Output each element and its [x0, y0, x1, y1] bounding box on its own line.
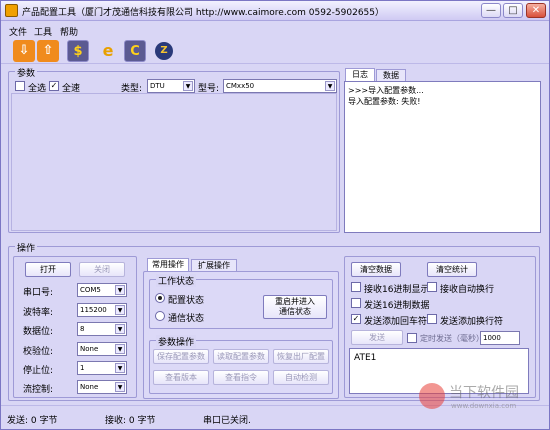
parity-value: None — [80, 345, 99, 353]
databits-select[interactable]: 8 ▼ — [77, 322, 127, 336]
open-port-button[interactable]: 打开 — [25, 262, 71, 277]
chevron-down-icon: ▼ — [325, 81, 335, 91]
toolbar: ⇩ ⇧ $ e C Z — [1, 38, 549, 64]
view-version-button[interactable]: 查看版本 — [153, 370, 209, 385]
type-value: DTU — [150, 82, 165, 90]
full-speed-checkbox[interactable]: ✓ — [49, 81, 59, 91]
parity-label: 校验位: — [23, 347, 54, 357]
send-button[interactable]: 发送 — [351, 330, 403, 345]
stopbits-select[interactable]: 1 ▼ — [77, 361, 127, 375]
main-window: 产品配置工具（厦门才茂通信科技有限公司 http://www.caimore.c… — [0, 0, 550, 430]
window-title: 产品配置工具（厦门才茂通信科技有限公司 http://www.caimore.c… — [22, 8, 385, 18]
operation-group-label: 操作 — [15, 241, 38, 254]
log-line: 导入配置参数: 失败! — [348, 97, 421, 106]
baud-value: 115200 — [80, 306, 107, 314]
ie-icon[interactable]: e — [97, 40, 119, 62]
menu-bar: 文件 工具 帮助 — [1, 22, 549, 38]
watermark-logo — [419, 383, 445, 409]
comm-state-radio[interactable] — [155, 311, 165, 321]
parity-select[interactable]: None ▼ — [77, 342, 127, 356]
auto-detect-button[interactable]: 自动检测 — [273, 370, 329, 385]
send-lf-label: 发送添加换行符 — [440, 317, 504, 327]
close-port-button[interactable]: 关闭 — [79, 262, 125, 277]
type-select[interactable]: DTU ▼ — [147, 79, 195, 93]
config-state-radio[interactable] — [155, 293, 165, 303]
comm-state-label: 通信状态 — [168, 314, 205, 324]
send-lf-checkbox[interactable] — [427, 314, 437, 324]
sent-bytes: 发送: 0 字节 — [7, 416, 58, 426]
view-commands-button[interactable]: 查看指令 — [213, 370, 269, 385]
send-hex-checkbox[interactable] — [351, 298, 361, 308]
databits-value: 8 — [80, 325, 85, 333]
chevron-down-icon: ▼ — [115, 285, 125, 295]
log-line: >>>导入配置参数... — [348, 86, 424, 95]
save-config-button[interactable]: 保存配置参数 — [153, 349, 209, 364]
received-bytes: 接收: 0 字节 — [105, 416, 156, 426]
stopbits-value: 1 — [80, 364, 85, 372]
restart-button-line1: 重启并进入 — [275, 297, 315, 306]
watermark-text: 当下软件园 — [449, 385, 519, 401]
recv-hex-checkbox[interactable] — [351, 282, 361, 292]
log-panel[interactable]: >>>导入配置参数... 导入配置参数: 失败! — [344, 81, 541, 233]
menu-file[interactable]: 文件 — [9, 25, 27, 38]
download-icon[interactable]: ⇩ — [13, 40, 35, 62]
port-value: COM5 — [80, 286, 101, 294]
databits-label: 数据位: — [23, 327, 54, 337]
port-label: 串口号: — [23, 288, 54, 298]
chevron-down-icon: ▼ — [115, 382, 125, 392]
send-text: ATE1 — [354, 353, 377, 363]
select-all-checkbox[interactable] — [15, 81, 25, 91]
port-state: 串口已关闭. — [203, 416, 251, 426]
param-ops-label: 参数操作 — [156, 335, 197, 348]
tab-common-ops[interactable]: 常用操作 — [147, 258, 189, 272]
send-hex-label: 发送16进制数据 — [364, 301, 430, 311]
recv-hex-label: 接收16进制显示 — [364, 285, 430, 295]
port-select[interactable]: COM5 ▼ — [77, 283, 127, 297]
menu-help[interactable]: 帮助 — [60, 25, 78, 38]
flowcontrol-label: 流控制: — [23, 385, 54, 395]
clear-stats-button[interactable]: 清空统计 — [427, 262, 477, 277]
chevron-down-icon: ▼ — [183, 81, 193, 91]
minimize-button[interactable]: — — [481, 3, 501, 18]
title-bar[interactable]: 产品配置工具（厦门才茂通信科技有限公司 http://www.caimore.c… — [1, 1, 549, 21]
params-list-area[interactable] — [11, 93, 337, 231]
watermark: 当下软件园 www.downxia.com — [419, 381, 549, 419]
timed-send-label: 定时发送（毫秒） — [420, 334, 484, 343]
dollar-icon[interactable]: $ — [67, 40, 89, 62]
clear-data-button[interactable]: 清空数据 — [351, 262, 401, 277]
restart-to-comm-button[interactable]: 重启并进入 通信状态 — [263, 295, 327, 319]
send-cr-label: 发送添加回车符 — [364, 317, 428, 327]
timed-send-checkbox[interactable] — [407, 333, 417, 343]
baud-select[interactable]: 115200 ▼ — [77, 303, 127, 317]
menu-tools[interactable]: 工具 — [34, 25, 52, 38]
maximize-button[interactable]: □ — [503, 3, 523, 18]
model-select[interactable]: CMxx50 ▼ — [223, 79, 337, 93]
app-icon — [5, 4, 18, 17]
stopbits-label: 停止位: — [23, 366, 54, 376]
close-window-button[interactable]: ✕ — [526, 3, 546, 18]
chevron-down-icon: ▼ — [115, 363, 125, 373]
flowcontrol-value: None — [80, 383, 99, 391]
chevron-down-icon: ▼ — [115, 344, 125, 354]
interval-input[interactable]: 1000 — [480, 331, 520, 345]
config-state-label: 配置状态 — [168, 296, 205, 306]
recv-autowrap-label: 接收自动换行 — [440, 285, 495, 295]
recv-autowrap-checkbox[interactable] — [427, 282, 437, 292]
upload-icon[interactable]: ⇧ — [37, 40, 59, 62]
work-status-label: 工作状态 — [156, 274, 197, 287]
chevron-down-icon: ▼ — [115, 324, 125, 334]
tab-log[interactable]: 日志 — [345, 68, 375, 82]
send-cr-checkbox[interactable]: ✓ — [351, 314, 361, 324]
params-group-label: 参数 — [15, 66, 38, 79]
baud-label: 波特率: — [23, 308, 54, 318]
watermark-url: www.downxia.com — [451, 402, 517, 410]
factory-reset-button[interactable]: 恢复出厂配置 — [273, 349, 329, 364]
read-config-button[interactable]: 读取配置参数 — [213, 349, 269, 364]
flowcontrol-select[interactable]: None ▼ — [77, 380, 127, 394]
z-icon[interactable]: Z — [155, 42, 173, 60]
model-value: CMxx50 — [226, 82, 255, 90]
chevron-down-icon: ▼ — [115, 305, 125, 315]
restart-button-line2: 通信状态 — [279, 307, 311, 316]
c-icon[interactable]: C — [124, 40, 146, 62]
